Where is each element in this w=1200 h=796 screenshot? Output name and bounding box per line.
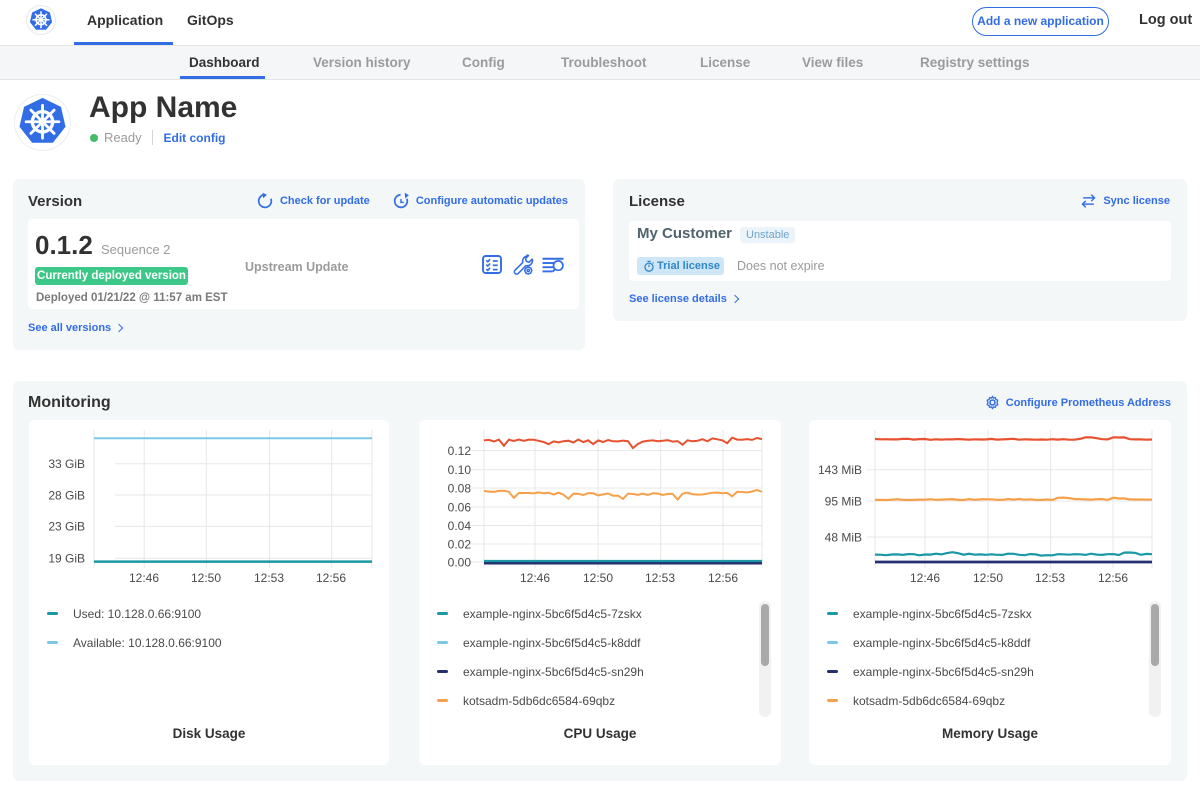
svg-text:12:53: 12:53 [254,571,284,585]
svg-text:12:46: 12:46 [520,571,550,585]
svg-text:0.10: 0.10 [448,463,472,477]
svg-text:48 MiB: 48 MiB [825,530,862,544]
svg-text:12:46: 12:46 [129,571,159,585]
svg-text:12:46: 12:46 [910,571,940,585]
svg-text:12:53: 12:53 [645,571,675,585]
svg-text:0.12: 0.12 [448,444,472,458]
svg-text:12:50: 12:50 [973,571,1003,585]
svg-text:28 GiB: 28 GiB [48,488,85,502]
svg-text:12:56: 12:56 [316,571,346,585]
svg-text:33 GiB: 33 GiB [48,457,85,471]
svg-text:0.02: 0.02 [448,537,472,551]
svg-text:143 MiB: 143 MiB [818,463,862,477]
svg-text:0.08: 0.08 [448,481,472,495]
svg-text:12:50: 12:50 [191,571,221,585]
svg-text:0.04: 0.04 [448,519,472,533]
svg-text:0.00: 0.00 [448,555,472,569]
svg-text:12:50: 12:50 [583,571,613,585]
svg-text:95 MiB: 95 MiB [825,494,862,508]
svg-text:0.06: 0.06 [448,500,472,514]
svg-text:12:53: 12:53 [1035,571,1065,585]
svg-text:19 GiB: 19 GiB [48,552,85,566]
svg-text:12:56: 12:56 [1098,571,1128,585]
svg-text:12:56: 12:56 [708,571,738,585]
svg-text:23 GiB: 23 GiB [48,520,85,534]
